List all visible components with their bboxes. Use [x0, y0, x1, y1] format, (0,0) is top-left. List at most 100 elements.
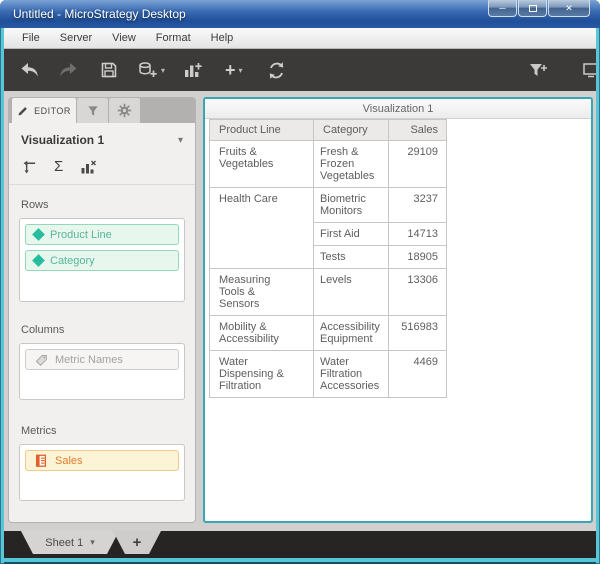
cell-category[interactable]: Biometric Monitors — [313, 187, 389, 223]
panel-icon — [583, 63, 596, 78]
close-icon: ✕ — [565, 2, 573, 13]
chip-category[interactable]: Category — [25, 250, 179, 271]
chip-category-label: Category — [50, 254, 95, 267]
header-product-line[interactable]: Product Line — [209, 119, 314, 141]
sheet-bar: Sheet 1 ▾ + — [4, 531, 596, 558]
cell-product-line[interactable]: Health Care — [209, 187, 314, 269]
chevron-down-icon: ▾ — [90, 537, 95, 547]
cell-sales[interactable]: 13306 — [388, 268, 447, 316]
menu-view[interactable]: View — [102, 32, 146, 44]
close-button[interactable]: ✕ — [548, 0, 590, 17]
insert-button[interactable]: + ▾ — [225, 60, 243, 80]
add-visualization-button[interactable] — [183, 61, 203, 79]
tag-icon — [35, 354, 47, 366]
attribute-diamond-icon — [32, 254, 45, 267]
visualization-title: Visualization 1 — [362, 102, 434, 115]
cell-category[interactable]: Tests — [313, 245, 389, 269]
tab-settings[interactable] — [109, 98, 140, 123]
app-window: Untitled - MicroStrategy Desktop ─ ✕ Fil… — [0, 0, 600, 564]
cell-sales[interactable]: 3237 — [388, 187, 447, 223]
header-category[interactable]: Category — [313, 119, 389, 141]
columns-dropzone[interactable]: Metric Names — [19, 343, 185, 400]
add-visualization-icon — [185, 63, 202, 77]
cell-product-line[interactable]: Water Dispensing & Filtration — [209, 350, 314, 398]
cell-category[interactable]: Water Filtration Accessories — [313, 350, 389, 398]
cell-sales[interactable]: 4469 — [388, 350, 447, 398]
insert-caret-icon: ▾ — [238, 65, 243, 75]
grid-row: Fruits & Vegetables Fresh & Frozen Veget… — [209, 140, 447, 188]
sheet-tab-1[interactable]: Sheet 1 ▾ — [21, 531, 119, 554]
chip-sales[interactable]: Sales — [25, 450, 179, 471]
grid-row: Water Dispensing & Filtration Water Filt… — [209, 350, 447, 398]
main-area: EDITOR Visualization 1 ▾ Σ Rows Product … — [4, 91, 596, 531]
add-sheet-plus-icon: + — [132, 534, 142, 551]
chip-product-line[interactable]: Product Line — [25, 224, 179, 245]
tab-editor[interactable]: EDITOR — [12, 98, 76, 123]
add-data-icon — [139, 62, 157, 77]
divider — [9, 184, 195, 185]
add-sheet-button[interactable]: + — [113, 531, 161, 554]
gear-icon — [117, 103, 132, 118]
rows-dropzone[interactable]: Product Line Category — [19, 218, 185, 302]
visualization-panel[interactable]: Visualization 1 Product Line Category Sa… — [203, 97, 593, 523]
add-filter-button[interactable] — [528, 61, 548, 79]
add-filter-icon — [530, 64, 547, 76]
cell-category[interactable]: Accessibility Equipment — [313, 315, 389, 351]
chip-sales-label: Sales — [55, 454, 83, 467]
menu-file[interactable]: File — [12, 32, 50, 44]
minimize-icon: ─ — [499, 2, 506, 13]
window-controls: ─ ✕ — [487, 0, 590, 17]
panel-button[interactable] — [582, 61, 596, 79]
columns-label: Columns — [21, 324, 65, 336]
window-title: Untitled - MicroStrategy Desktop — [13, 7, 186, 21]
chevron-down-icon: ▾ — [177, 134, 183, 146]
cell-product-line[interactable]: Measuring Tools & Sensors — [209, 268, 314, 316]
cell-product-line[interactable]: Mobility & Accessibility — [209, 315, 314, 351]
totals-button[interactable]: Σ — [54, 159, 63, 174]
grid-row: Mobility & Accessibility Accessibility E… — [209, 315, 447, 351]
sheet-tab-label: Sheet 1 — [45, 536, 84, 549]
chip-metric-names[interactable]: Metric Names — [25, 349, 179, 370]
crosstab-grid: Product Line Category Sales Fruits & Veg… — [209, 119, 447, 398]
editor-panel: EDITOR Visualization 1 ▾ Σ Rows Product … — [8, 97, 196, 523]
minimize-button[interactable]: ─ — [488, 0, 517, 17]
menu-server[interactable]: Server — [50, 32, 102, 44]
undo-button[interactable] — [20, 61, 40, 79]
cell-sales[interactable]: 29109 — [388, 140, 447, 188]
maximize-icon — [528, 4, 537, 12]
undo-icon — [21, 63, 38, 77]
insert-plus-icon: + — [225, 60, 236, 80]
maximize-button[interactable] — [518, 0, 547, 17]
title-bar[interactable]: Untitled - MicroStrategy Desktop ─ ✕ — [0, 0, 600, 28]
cell-sales[interactable]: 516983 — [388, 315, 447, 351]
swap-axes-icon — [23, 160, 36, 174]
editor-tab-strip: EDITOR — [9, 98, 195, 123]
cell-category[interactable]: Fresh & Frozen Vegetables — [313, 140, 389, 188]
metrics-dropzone[interactable]: Sales — [19, 444, 185, 501]
cell-product-line[interactable]: Fruits & Vegetables — [209, 140, 314, 188]
toolbar: ▾ + ▾ — [4, 49, 596, 91]
save-button[interactable] — [100, 61, 118, 79]
tab-filter[interactable] — [77, 98, 108, 123]
header-sales[interactable]: Sales — [388, 119, 447, 141]
redo-icon — [60, 63, 77, 77]
filter-icon — [87, 105, 98, 116]
grid-row: Measuring Tools & Sensors Levels 13306 — [209, 268, 447, 316]
tab-editor-label: EDITOR — [34, 105, 71, 116]
swap-axes-button[interactable] — [21, 159, 37, 175]
menu-help[interactable]: Help — [201, 32, 244, 44]
save-icon — [101, 62, 117, 78]
refresh-button[interactable] — [267, 61, 286, 80]
visualization-title-bar[interactable]: Visualization 1 — [205, 99, 591, 119]
refresh-icon — [269, 61, 283, 79]
editor-panel-body: Visualization 1 ▾ Σ Rows Product Line Ca… — [9, 123, 195, 522]
cell-sales[interactable]: 14713 — [388, 222, 447, 246]
clear-visualization-button[interactable] — [80, 159, 97, 175]
visualization-selector[interactable]: Visualization 1 ▾ — [19, 129, 185, 147]
redo-button[interactable] — [58, 61, 78, 79]
cell-sales[interactable]: 18905 — [388, 245, 447, 269]
add-data-button[interactable]: ▾ — [138, 61, 165, 79]
menu-format[interactable]: Format — [146, 32, 201, 44]
cell-category[interactable]: First Aid — [313, 222, 389, 246]
cell-category[interactable]: Levels — [313, 268, 389, 316]
